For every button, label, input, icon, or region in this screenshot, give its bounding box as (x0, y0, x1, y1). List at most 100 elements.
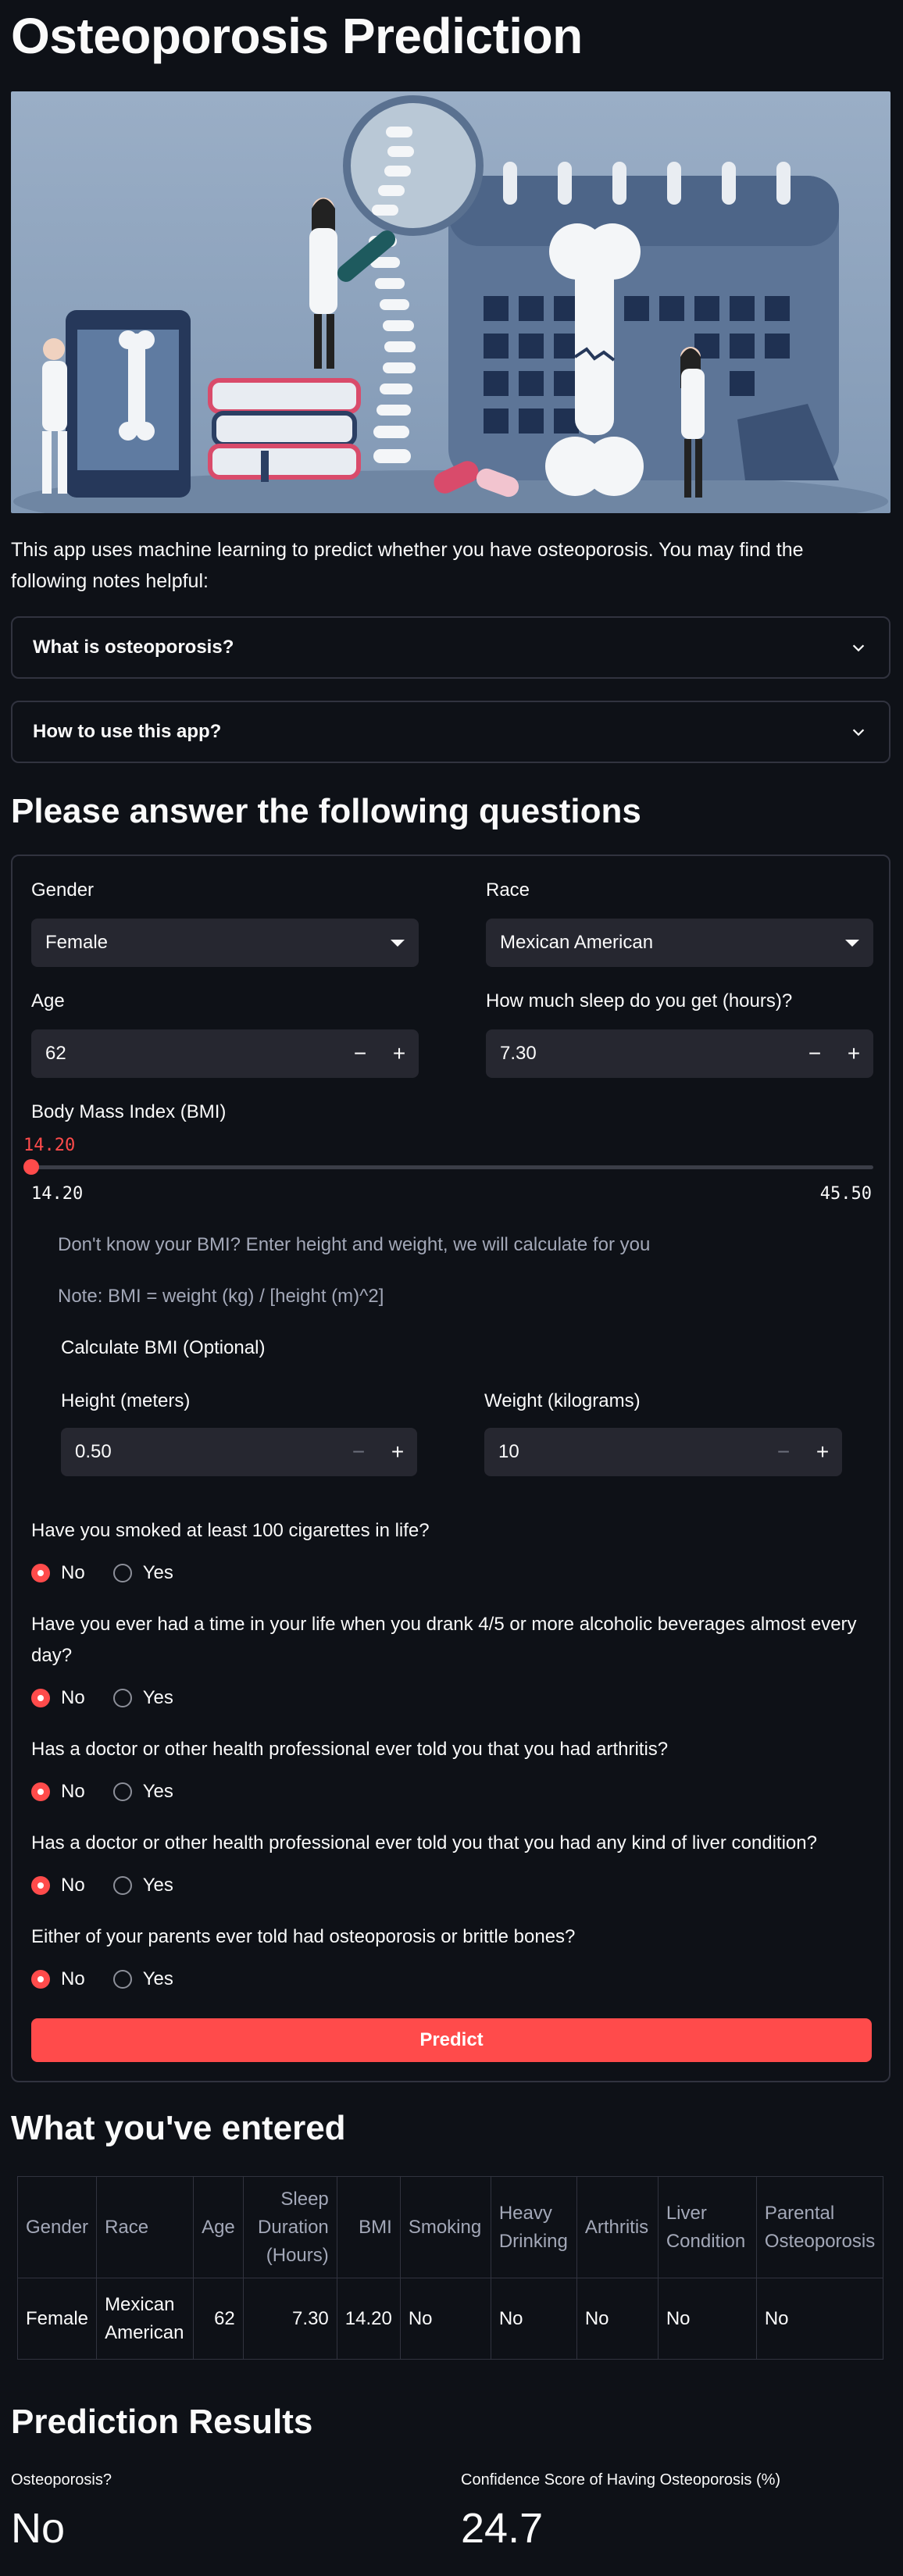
expander-what-is-osteoporosis[interactable]: What is osteoporosis? (11, 616, 891, 679)
bmi-hint: Don't know your BMI? Enter height and we… (58, 1234, 651, 1255)
radio-selected-icon (31, 1876, 50, 1895)
table-row: Female Mexican American 62 7.30 14.20 No… (16, 2278, 884, 2360)
radio-unselected-icon (112, 1970, 132, 1989)
liver-question: Has a doctor or other health professiona… (31, 1832, 817, 1854)
radio-label: Yes (142, 1875, 173, 1896)
parental-radio-group: No Yes (31, 1968, 173, 1990)
bmi-slider-max: 45.50 (819, 1184, 872, 1204)
smoking-question: Have you smoked at least 100 cigarettes … (31, 1520, 430, 1541)
sleep-label: How much sleep do you get (hours)? (486, 990, 793, 1011)
radio-label: No (61, 1781, 85, 1802)
radio-label: No (61, 1687, 85, 1708)
gender-value: Female (45, 932, 109, 953)
arthritis-option-no[interactable]: No (31, 1781, 85, 1803)
parental-option-yes[interactable]: Yes (112, 1968, 173, 1990)
table-header: Liver Condition (657, 2176, 757, 2278)
osteoporosis-metric-value: No (11, 2505, 66, 2552)
table-cell: No (657, 2278, 757, 2360)
radio-selected-icon (31, 1970, 50, 1989)
table-header-row: Gender Race Age Sleep Duration (Hours) B… (16, 2176, 884, 2278)
height-input[interactable]: 0.50 − + (61, 1428, 417, 1476)
bmi-calculator-title: Calculate BMI (Optional) (61, 1337, 266, 1358)
bmi-slider-min: 14.20 (31, 1184, 84, 1204)
results-heading: Prediction Results (11, 2403, 313, 2441)
table-cell: No (399, 2278, 491, 2360)
sleep-input[interactable]: 7.30 − + (486, 1029, 873, 1078)
sleep-increment-button[interactable]: + (834, 1029, 873, 1078)
table-cell: No (755, 2278, 884, 2360)
caret-down-icon (391, 939, 405, 947)
arthritis-option-yes[interactable]: Yes (112, 1781, 173, 1803)
table-cell: 62 (193, 2278, 244, 2360)
gender-select[interactable]: Female (31, 919, 419, 967)
question-form: Gender Female Race Mexican American Age … (11, 855, 891, 2082)
table-header: Parental Osteoporosis (755, 2176, 884, 2278)
gender-label: Gender (31, 879, 95, 901)
smoking-radio-group: No Yes (31, 1562, 173, 1584)
height-value: 0.50 (75, 1441, 112, 1462)
form-heading: Please answer the following questions (11, 792, 641, 830)
table-cell: 7.30 (242, 2278, 337, 2360)
arthritis-radio-group: No Yes (31, 1781, 173, 1803)
predict-button[interactable]: Predict (31, 2018, 872, 2062)
race-select[interactable]: Mexican American (486, 919, 873, 967)
table-header: Race (96, 2176, 195, 2278)
drinking-question: Have you ever had a time in your life wh… (31, 1614, 857, 1666)
race-value: Mexican American (500, 932, 654, 953)
radio-selected-icon (31, 1564, 50, 1582)
race-label: Race (486, 879, 530, 901)
weight-increment-button[interactable]: + (803, 1428, 842, 1476)
smoking-option-no[interactable]: No (31, 1562, 85, 1584)
weight-value: 10 (498, 1441, 519, 1462)
table-cell: Female (16, 2278, 98, 2360)
drinking-option-no[interactable]: No (31, 1687, 85, 1709)
intro-text: This app uses machine learning to predic… (11, 539, 804, 592)
parental-option-no[interactable]: No (31, 1968, 85, 1990)
table-cell: 14.20 (336, 2278, 401, 2360)
age-increment-button[interactable]: + (380, 1029, 419, 1078)
smoking-option-yes[interactable]: Yes (112, 1562, 173, 1584)
height-decrement-button[interactable]: − (339, 1428, 378, 1476)
entered-table: Gender Race Age Sleep Duration (Hours) B… (16, 2176, 884, 2360)
table-header: Smoking (399, 2176, 491, 2278)
height-label: Height (meters) (61, 1390, 191, 1411)
chevron-down-icon (852, 729, 865, 737)
age-input[interactable]: 62 − + (31, 1029, 419, 1078)
expander-label: How to use this app? (33, 721, 222, 742)
radio-label: No (61, 1875, 85, 1896)
radio-selected-icon (31, 1782, 50, 1801)
liver-option-no[interactable]: No (31, 1875, 85, 1896)
age-decrement-button[interactable]: − (341, 1029, 380, 1078)
table-header: Gender (16, 2176, 98, 2278)
liver-radio-group: No Yes (31, 1875, 173, 1896)
radio-unselected-icon (112, 1564, 132, 1582)
table-header: BMI (336, 2176, 401, 2278)
weight-decrement-button[interactable]: − (764, 1428, 803, 1476)
sleep-decrement-button[interactable]: − (795, 1029, 834, 1078)
expander-how-to-use[interactable]: How to use this app? (11, 701, 891, 763)
radio-label: No (61, 1968, 85, 1989)
table-header: Age (193, 2176, 244, 2278)
drinking-option-yes[interactable]: Yes (112, 1687, 173, 1709)
confidence-metric-value: 24.7 (461, 2505, 544, 2552)
radio-unselected-icon (112, 1782, 132, 1801)
radio-label: Yes (142, 1687, 173, 1708)
liver-option-yes[interactable]: Yes (112, 1875, 173, 1896)
hero-illustration (11, 91, 891, 513)
radio-selected-icon (31, 1689, 50, 1707)
table-cell: Mexican American (96, 2278, 195, 2360)
weight-label: Weight (kilograms) (484, 1390, 641, 1411)
expander-label: What is osteoporosis? (33, 637, 234, 658)
table-header: Heavy Drinking (490, 2176, 577, 2278)
table-cell: No (490, 2278, 577, 2360)
radio-label: Yes (142, 1562, 173, 1583)
radio-label: Yes (142, 1968, 173, 1989)
weight-input[interactable]: 10 − + (484, 1428, 842, 1476)
bmi-slider-thumb[interactable] (23, 1159, 39, 1175)
height-increment-button[interactable]: + (378, 1428, 417, 1476)
bmi-label: Body Mass Index (BMI) (31, 1101, 227, 1122)
bmi-slider-track[interactable] (31, 1165, 873, 1169)
drinking-radio-group: No Yes (31, 1687, 173, 1709)
parental-osteoporosis-question: Either of your parents ever told had ost… (31, 1926, 576, 1947)
page-title: Osteoporosis Prediction (11, 8, 583, 64)
